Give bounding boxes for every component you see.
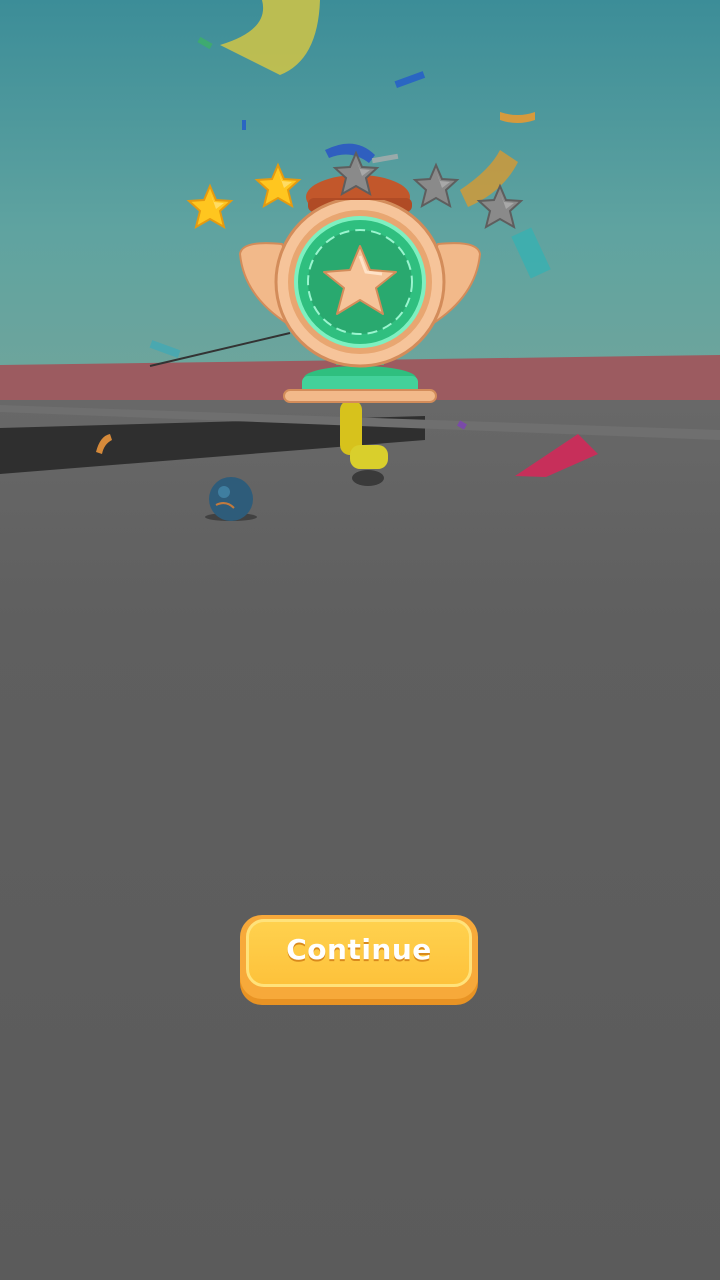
- star-icon: [332, 150, 380, 197]
- game-scene: Continue: [0, 0, 720, 1280]
- trophy-icon: [238, 200, 482, 403]
- star-icon: [186, 183, 234, 230]
- continue-button[interactable]: Continue: [240, 915, 478, 999]
- ball-object: [205, 477, 257, 521]
- continue-button-label: Continue: [286, 933, 432, 966]
